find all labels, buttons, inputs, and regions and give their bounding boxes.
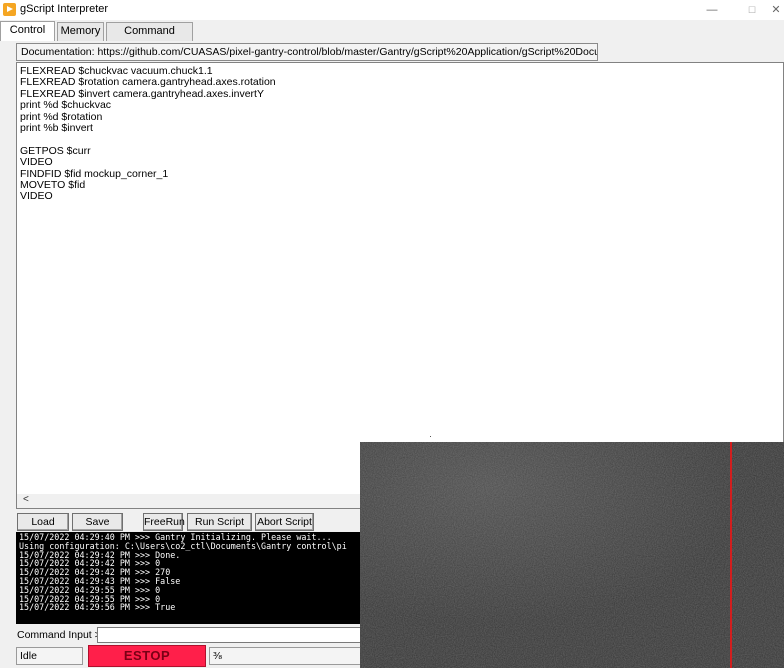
command-input-label: Command Input > (17, 629, 101, 641)
script-line: GETPOS $curr (20, 144, 91, 157)
script-line: MOVETO $fid (20, 178, 86, 191)
stray-pixel (430, 436, 431, 437)
run-script-button[interactable]: Run Script (187, 513, 252, 531)
load-script-button[interactable]: Load Script (17, 513, 69, 544)
documentation-link[interactable]: Documentation: https://github.com/CUASAS… (16, 43, 598, 61)
title-bar: gScript Interpreter — ☐ ✕ (0, 0, 784, 20)
status-field: Idle (16, 647, 83, 665)
camera-feed-image (360, 442, 784, 668)
estop-button[interactable]: ESTOP (88, 645, 206, 667)
tab-control[interactable]: Control (0, 21, 55, 41)
window-title: gScript Interpreter (20, 3, 109, 15)
script-line: print %d $chuckvac (20, 99, 112, 112)
command-input[interactable] (97, 627, 362, 643)
abort-script-button[interactable]: Abort Script (255, 513, 314, 531)
crosshair-line (730, 442, 732, 668)
scroll-left-arrow-icon[interactable]: < (23, 494, 29, 505)
script-text: FLEXREAD $chuckvac vacuum.chuck1.1 FLEXR… (20, 65, 276, 203)
script-line: VIDEO (20, 156, 53, 169)
status-secondary-field: ⅜ (209, 647, 362, 665)
console-output[interactable]: 15/07/2022 04:29:40 PM >>> Gantry Initia… (16, 532, 362, 624)
maximize-button[interactable]: ☐ (740, 2, 764, 18)
minimize-button[interactable]: — (700, 2, 724, 18)
close-button[interactable]: ✕ (768, 2, 784, 18)
script-line: VIDEO (20, 190, 53, 203)
camera-video-view[interactable] (360, 442, 784, 668)
save-script-button[interactable]: Save Script (72, 513, 123, 544)
tab-command-history[interactable]: Command History (106, 22, 193, 54)
app-icon (3, 3, 16, 16)
freerun-button[interactable]: FreeRun (143, 513, 185, 531)
script-line: print %b $invert (20, 121, 93, 134)
console-line: 15/07/2022 04:29:56 PM >>> True (19, 602, 176, 613)
tab-memory[interactable]: Memory (57, 22, 104, 41)
